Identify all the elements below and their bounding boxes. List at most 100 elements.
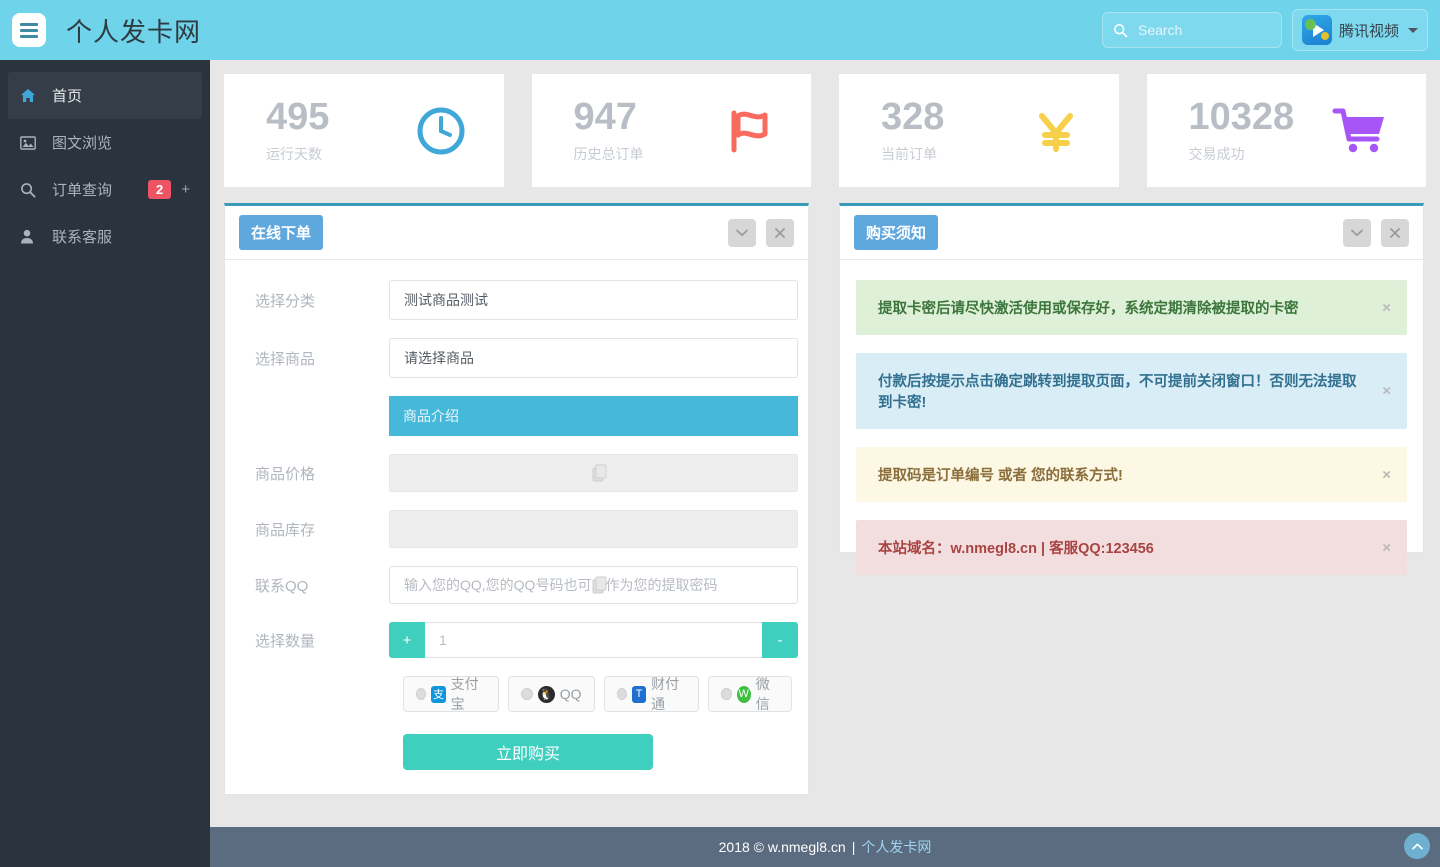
- category-select[interactable]: 测试商品测试: [389, 280, 798, 320]
- qq-label: 联系QQ: [255, 577, 309, 595]
- alert-success: 提取卡密后请尽快激活使用或保存好，系统定期清除被提取的卡密 ×: [856, 280, 1407, 335]
- product-intro-box: 商品介绍: [389, 396, 798, 436]
- wechat-icon: W: [736, 685, 751, 703]
- price-control: [389, 454, 798, 492]
- order-panel-header: 在线下单: [225, 206, 808, 260]
- payment-option-label: 财付通: [651, 676, 680, 712]
- stat-value: 495: [266, 95, 330, 138]
- alert-text: 本站域名：w.nmegl8.cn | 客服QQ:123456: [878, 541, 1154, 557]
- form-row-stock: 商品库存: [241, 510, 798, 548]
- stat-card-success-trades: 10328 交易成功: [1146, 74, 1426, 187]
- footer-site-link[interactable]: 个人发卡网: [861, 837, 931, 857]
- top-header-bar: 个人发卡网 腾讯视频: [0, 0, 1440, 60]
- radio-button[interactable]: [721, 688, 732, 700]
- stock-label: 商品库存: [255, 521, 316, 539]
- hamburger-bar: [20, 34, 38, 38]
- user-menu[interactable]: 腾讯视频: [1291, 9, 1428, 51]
- close-icon[interactable]: ×: [1382, 466, 1391, 483]
- form-row-category: 选择分类 测试商品测试: [241, 280, 798, 320]
- brand-title: 个人发卡网: [66, 16, 202, 47]
- stat-card-running-days: 495 运行天数: [224, 74, 504, 187]
- sidebar-item-label: 图文浏览: [52, 135, 113, 152]
- notice-panel-tools: [1343, 218, 1409, 247]
- quantity-increase-button[interactable]: +: [389, 622, 425, 658]
- user-name-label: 腾讯视频: [1338, 22, 1399, 40]
- sidebar-item-order-query[interactable]: 订单查询 2 +: [8, 166, 202, 213]
- form-row-product: 选择商品 请选择商品: [241, 338, 798, 378]
- stat-label: 交易成功: [1188, 145, 1245, 162]
- search-box[interactable]: [1101, 12, 1282, 48]
- hamburger-bar: [20, 22, 38, 26]
- close-icon[interactable]: ×: [1382, 383, 1391, 400]
- product-label: 选择商品: [255, 350, 316, 368]
- flag-icon: [721, 104, 775, 158]
- footer-copyright: 2018 © w.nmegl8.cn: [718, 839, 846, 855]
- notice-panel-header: 购买须知: [840, 206, 1423, 260]
- payment-option-wechat[interactable]: W 微信: [708, 676, 793, 712]
- radio-button[interactable]: [616, 688, 627, 700]
- payment-option-qq[interactable]: 🐧 QQ: [507, 676, 595, 712]
- alipay-icon: 支: [431, 685, 446, 703]
- sidebar-item-label: 订单查询: [52, 182, 113, 199]
- radio-button[interactable]: [416, 688, 427, 700]
- quantity-control: + 1 -: [389, 622, 798, 658]
- stat-label: 当前订单: [881, 145, 937, 162]
- collapse-panel-button[interactable]: [728, 218, 756, 247]
- search-icon: [20, 182, 42, 198]
- category-control: 测试商品测试: [389, 280, 798, 320]
- stat-label: 运行天数: [266, 145, 322, 162]
- tv-logo-green-dot: [1304, 19, 1316, 30]
- stock-input[interactable]: [389, 510, 798, 548]
- yen-icon: [1029, 104, 1083, 158]
- notice-panel-title: 购买须知: [854, 215, 939, 250]
- product-select[interactable]: 请选择商品: [389, 338, 798, 378]
- radio-button[interactable]: [520, 688, 533, 700]
- order-panel-body: 选择分类 测试商品测试 选择商品 请选择商品 商品介绍 商品价格 商品库存 联系…: [225, 260, 808, 794]
- status-badge: 2: [148, 180, 172, 199]
- stat-text-group: 328 当前订单: [881, 98, 944, 164]
- order-panel: 在线下单 选择分类 测试商品测试 选择商品 请选择商品 商品介绍 商品价格 商品…: [224, 203, 809, 795]
- tv-logo-yellow-dot: [1320, 32, 1329, 40]
- stat-value: 10328: [1188, 95, 1295, 138]
- stat-text-group: 10328 交易成功: [1189, 98, 1295, 164]
- main-content: 495 运行天数 947 历史总订单 328 当前订单 10328 交易成功 在…: [210, 60, 1440, 867]
- close-panel-button[interactable]: [1381, 218, 1409, 247]
- stat-card-current-orders: 328 当前订单: [839, 74, 1119, 187]
- notice-panel-body: 提取卡密后请尽快激活使用或保存好，系统定期清除被提取的卡密 × 付款后按提示点击…: [840, 260, 1423, 617]
- sidebar-item-contact-support[interactable]: 联系客服: [8, 213, 202, 260]
- buy-now-button[interactable]: 立即购买: [403, 734, 653, 770]
- copy-icon: [592, 576, 608, 594]
- close-icon[interactable]: ×: [1382, 539, 1391, 556]
- close-panel-button[interactable]: [766, 218, 794, 247]
- sidebar-item-home[interactable]: 首页: [8, 72, 202, 119]
- stock-control: [389, 510, 798, 548]
- search-input[interactable]: [1135, 21, 1266, 39]
- stat-card-total-orders: 947 历史总订单: [531, 74, 811, 187]
- cart-icon: [1332, 106, 1390, 156]
- stat-value: 947: [573, 95, 637, 138]
- quantity-decrease-button[interactable]: -: [762, 622, 798, 658]
- scroll-to-top-button[interactable]: [1404, 833, 1430, 859]
- stat-value: 328: [881, 95, 945, 138]
- order-panel-tools: [728, 218, 794, 247]
- expand-plus-icon[interactable]: +: [181, 181, 190, 198]
- qq-control: 输入您的QQ,您的QQ号码也可以作为您的提取密码: [389, 566, 798, 604]
- quantity-stepper: + 1 -: [389, 622, 798, 658]
- tenpay-icon: T: [631, 685, 647, 703]
- quantity-input[interactable]: 1: [425, 622, 762, 658]
- alert-danger: 本站域名：w.nmegl8.cn | 客服QQ:123456 ×: [856, 520, 1407, 575]
- payment-option-label: 微信: [755, 676, 770, 712]
- close-icon[interactable]: ×: [1382, 299, 1391, 316]
- clock-icon: [414, 104, 468, 158]
- hamburger-icon[interactable]: [12, 13, 46, 47]
- payment-option-tenpay[interactable]: T 财付通: [603, 676, 700, 712]
- payment-method-group: 支 支付宝 🐧 QQ T 财付通 W 微信: [403, 676, 793, 712]
- collapse-panel-button[interactable]: [1343, 218, 1371, 247]
- payment-option-alipay[interactable]: 支 支付宝: [403, 676, 499, 712]
- footer-separator: |: [851, 839, 856, 855]
- product-intro-control: 商品介绍: [389, 396, 798, 436]
- alert-text: 付款后按提示点击确定跳转到提取页面，不可提前关闭窗口！否则无法提取到卡密!: [878, 374, 1357, 411]
- payment-option-label: QQ: [559, 686, 582, 702]
- image-icon: [20, 135, 42, 150]
- sidebar-item-gallery[interactable]: 图文浏览: [8, 119, 202, 166]
